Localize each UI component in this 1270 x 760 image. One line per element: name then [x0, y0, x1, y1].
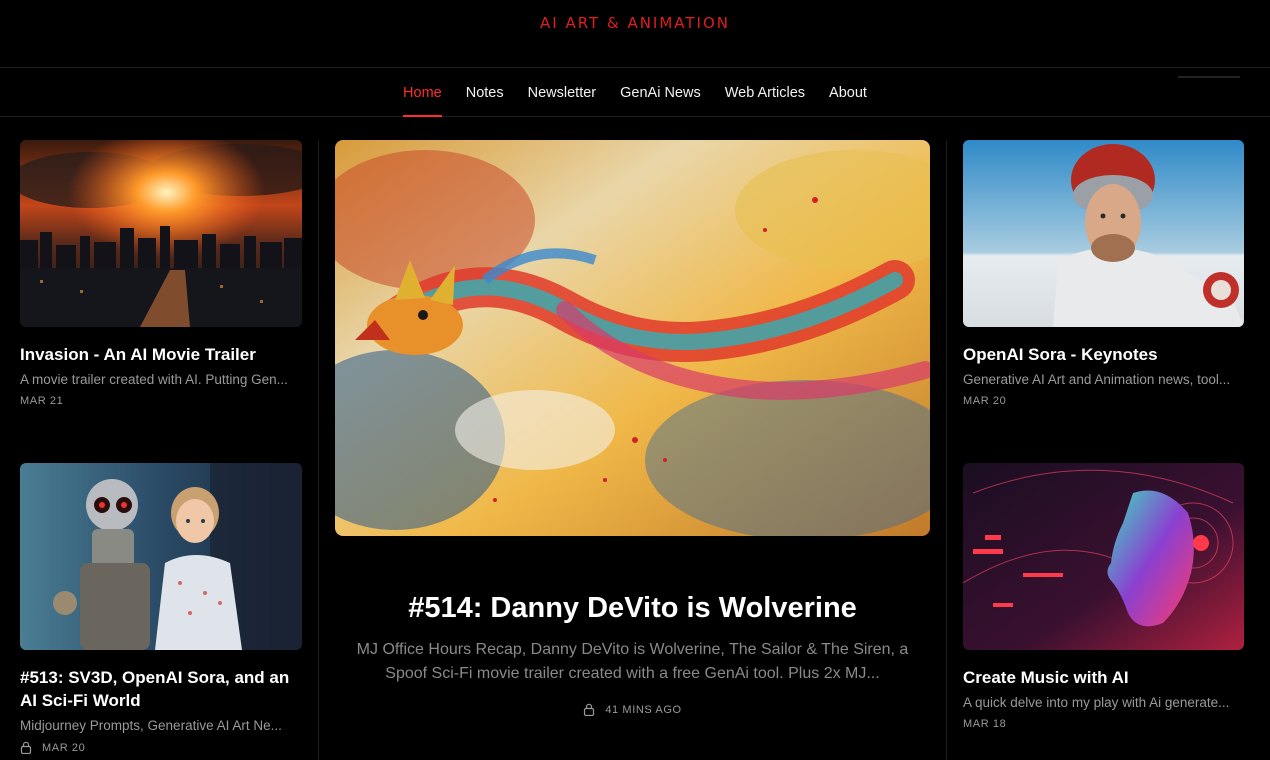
dragon-painting-image[interactable] — [335, 140, 930, 536]
post-card-sora-keynotes[interactable]: OpenAI Sora - Keynotes Generative AI Art… — [963, 140, 1244, 407]
post-card-invasion[interactable]: Invasion - An AI Movie Trailer A movie t… — [20, 140, 302, 407]
nav-item-notes[interactable]: Notes — [454, 69, 516, 117]
post-date: MAR 20 — [42, 741, 86, 754]
post-meta: MAR 18 — [963, 718, 1244, 730]
post-meta: MAR 20 — [963, 395, 1244, 407]
post-date: MAR 20 — [963, 395, 1007, 407]
post-card-create-music[interactable]: Create Music with AI A quick delve into … — [963, 463, 1244, 730]
column-divider-left — [318, 140, 319, 760]
nav-item-web-articles[interactable]: Web Articles — [713, 69, 817, 117]
city-explosion-image[interactable] — [20, 140, 302, 327]
astronaut-image[interactable] — [963, 140, 1244, 327]
nav-item-newsletter[interactable]: Newsletter — [516, 69, 609, 117]
site-header: AI ART & ANIMATION — [0, 0, 1270, 68]
featured-post-title[interactable]: #514: Danny DeVito is Wolverine — [335, 592, 930, 625]
post-meta: MAR 21 — [20, 395, 302, 407]
post-title[interactable]: Create Music with AI — [963, 666, 1244, 689]
post-card-513[interactable]: #513: SV3D, OpenAI Sora, and an AI Sci-F… — [20, 463, 302, 754]
robot-and-boy-image[interactable] — [20, 463, 302, 650]
post-date: MAR 21 — [20, 395, 64, 407]
featured-post-excerpt: MJ Office Hours Recap, Danny DeVito is W… — [356, 641, 909, 682]
featured-post-time: 41 MINS AGO — [605, 703, 682, 716]
post-excerpt: Midjourney Prompts, Generative AI Art Ne… — [20, 718, 282, 733]
post-meta: MAR 20 — [20, 741, 302, 754]
post-title[interactable]: OpenAI Sora - Keynotes — [963, 343, 1244, 366]
main-navigation: Home Notes Newsletter GenAi News Web Art… — [0, 69, 1270, 117]
post-date: MAR 18 — [963, 718, 1007, 730]
lock-icon — [20, 741, 32, 754]
lock-icon — [584, 703, 595, 716]
post-excerpt: Generative AI Art and Animation news, to… — [963, 372, 1231, 387]
post-title[interactable]: #513: SV3D, OpenAI Sora, and an AI Sci-F… — [20, 666, 302, 712]
site-logo[interactable]: AI ART & ANIMATION — [0, 14, 1270, 32]
featured-post-meta: 41 MINS AGO — [335, 703, 930, 716]
neon-face-image[interactable] — [963, 463, 1244, 650]
nav-item-home[interactable]: Home — [391, 69, 454, 117]
column-divider-right — [946, 140, 947, 760]
post-excerpt: A movie trailer created with AI. Putting… — [20, 372, 288, 387]
post-excerpt: A quick delve into my play with Ai gener… — [963, 695, 1230, 710]
post-title[interactable]: Invasion - An AI Movie Trailer — [20, 343, 302, 366]
nav-item-about[interactable]: About — [817, 69, 879, 117]
nav-item-genai-news[interactable]: GenAi News — [608, 69, 713, 117]
